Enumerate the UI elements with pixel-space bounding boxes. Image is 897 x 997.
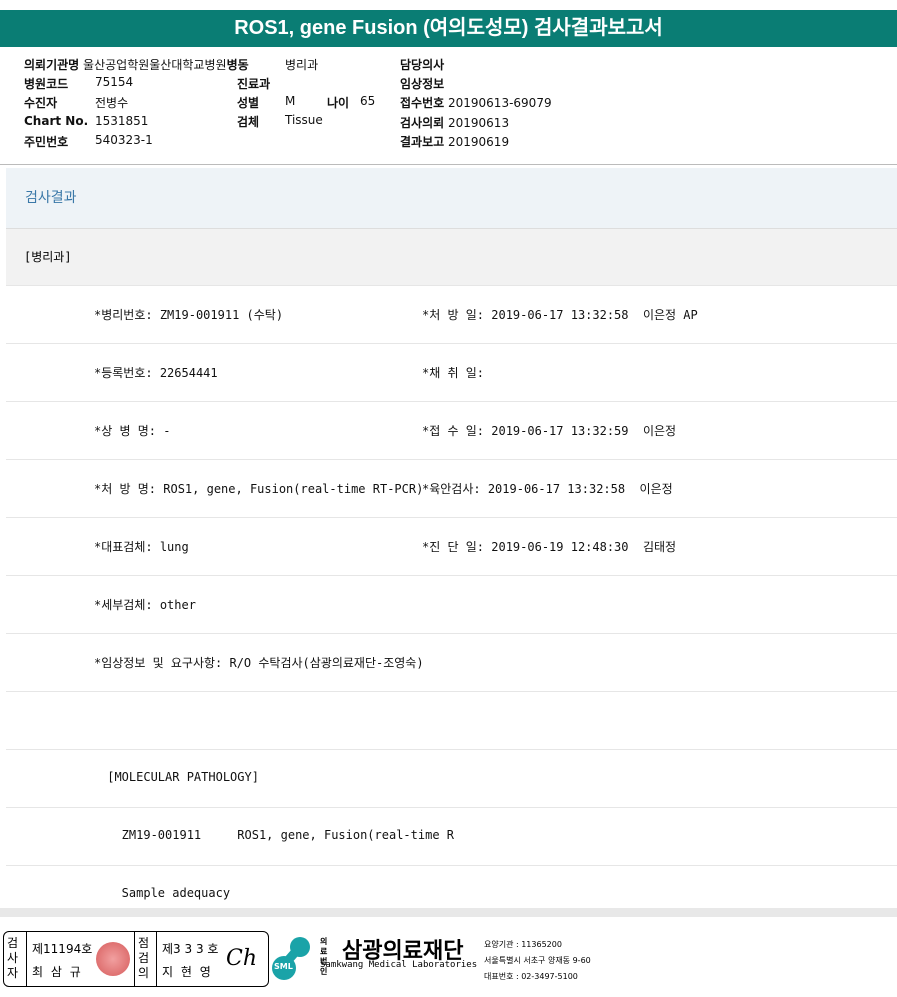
checker-name: 지 현 영 <box>162 965 213 979</box>
label: 검체 <box>237 115 260 129</box>
label: 진료과 <box>237 77 271 91</box>
checker-label: 점검의 <box>138 936 150 980</box>
seal-icon <box>96 942 130 976</box>
label: 나이 <box>327 96 350 110</box>
result-row: [MOLECULAR PATHOLOGY] <box>6 749 897 807</box>
label: 수진자 <box>24 96 58 110</box>
row-left: *병리번호: ZM19-001911 (수탁) <box>94 308 284 322</box>
row-right: *육안검사: 2019-06-17 13:32:58 이은정 <box>422 482 673 496</box>
row-right: *접 수 일: 2019-06-17 13:32:59 이은정 <box>422 424 677 438</box>
row-right: *채 취 일: <box>422 366 485 380</box>
hospital-code: 75154 <box>95 75 134 89</box>
result-row: *병리번호: ZM19-001911 (수탁) *처 방 일: 2019-06-1… <box>6 285 897 343</box>
result-row: *대표검체: lung *진 단 일: 2019-06-19 12:48:30 김… <box>6 517 897 575</box>
label: 검사의뢰 <box>400 116 445 130</box>
row-left: *임상정보 및 요구사항: R/O 수탁검사(삼광의료재단-조영숙) <box>94 656 424 670</box>
label: 병원코드 <box>24 77 69 91</box>
row-right: *진 단 일: 2019-06-19 12:48:30 김태정 <box>422 540 677 554</box>
signature-box: 검사자 제11194호 최 삼 규 점검의 제3 3 3 호 지 현 영 Ch <box>3 931 269 987</box>
label: 임상정보 <box>400 77 445 91</box>
row-left: *세부검체: other <box>94 598 196 612</box>
department-header: [병리과] <box>6 228 897 285</box>
row-left: ZM19-001911 ROS1, gene, Fusion(real-time… <box>100 828 455 842</box>
row-right: *처 방 일: 2019-06-17 13:32:58 이은정 AP <box>422 308 698 322</box>
result-row: *임상정보 및 요구사항: R/O 수탁검사(삼광의료재단-조영숙) <box>6 633 897 691</box>
label: Chart No. <box>24 114 89 128</box>
result-row: *등록번호: 22654441 *채 취 일: <box>6 343 897 401</box>
accession-no: 20190613-69079 <box>448 96 552 110</box>
result-rows: *병리번호: ZM19-001911 (수탁) *처 방 일: 2019-06-1… <box>6 285 897 923</box>
label: 결과보고 <box>400 135 445 149</box>
address: 서울특별시 서초구 양재동 9-60 <box>484 956 591 965</box>
phone: 대표번호 : 02-3497-5100 <box>484 972 578 981</box>
examiner-no: 제11194호 <box>32 942 93 956</box>
request-date: 20190613 <box>448 116 510 130</box>
logo-badge: SML <box>274 962 293 971</box>
signature-icon: Ch <box>226 946 258 971</box>
age: 65 <box>360 94 376 108</box>
resident-id: 540323-1 <box>95 133 153 147</box>
result-row: ZM19-001911 ROS1, gene, Fusion(real-time… <box>6 807 897 865</box>
sex: M <box>285 94 296 108</box>
report-title: ROS1, gene Fusion (여의도성모) 검사결과보고서 <box>0 10 897 47</box>
specimen: Tissue <box>285 113 323 127</box>
report-date: 20190619 <box>448 135 510 149</box>
examiner-label: 검사자 <box>7 936 19 980</box>
logo-small: 의료 <box>320 937 328 956</box>
logo-english: Samkwang Medical Laboratories <box>320 960 478 970</box>
label: 의뢰기관명 <box>24 58 80 72</box>
result-row: *상 병 명: - *접 수 일: 2019-06-17 13:32:59 이은정 <box>6 401 897 459</box>
label: 담당의사 <box>400 58 445 72</box>
ward: 병리과 <box>285 58 319 72</box>
label: 접수번호 <box>400 96 445 110</box>
result-row: *세부검체: other <box>6 575 897 633</box>
patient-name: 전병수 <box>95 96 129 110</box>
row-left: *등록번호: 22654441 <box>94 366 218 380</box>
result-row <box>6 691 897 749</box>
label: 주민번호 <box>24 135 69 149</box>
row-left: *상 병 명: - <box>94 424 171 438</box>
divider <box>0 164 897 165</box>
row-left: *대표검체: lung <box>94 540 189 554</box>
institution: 울산공업학원울산대학교병원 <box>83 58 227 72</box>
result-row: *처 방 명: ROS1, gene, Fusion(real-time RT-… <box>6 459 897 517</box>
checker-no: 제3 3 3 호 <box>162 942 219 956</box>
examiner-name: 최 삼 규 <box>32 965 83 979</box>
chart-no: 1531851 <box>95 114 149 128</box>
label: 성별 <box>237 96 260 110</box>
row-left: *처 방 명: ROS1, gene, Fusion(real-time RT-… <box>94 482 424 496</box>
institution-code: 요양기관 : 11365200 <box>484 940 562 949</box>
footer: 검사자 제11194호 최 삼 규 점검의 제3 3 3 호 지 현 영 Ch … <box>0 908 897 997</box>
sml-logo-icon <box>272 937 310 980</box>
section-title: 검사결과 <box>6 168 897 228</box>
row-left: Sample adequacy <box>100 886 231 900</box>
row-left: [MOLECULAR PATHOLOGY] <box>100 770 259 784</box>
label: 병동 <box>226 58 249 72</box>
